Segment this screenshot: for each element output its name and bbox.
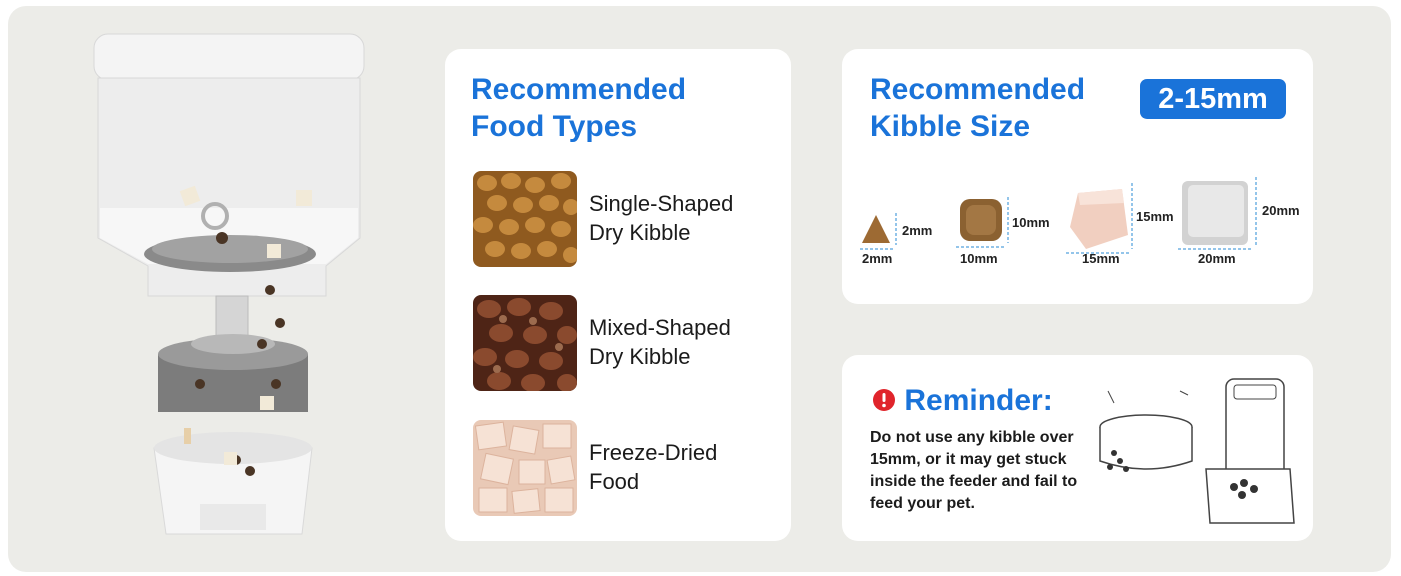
single-shaped-line1: Single-Shaped <box>589 191 734 216</box>
size-2mm-width: 2mm <box>862 251 893 266</box>
food-types-card: Recommended Food Types Single-Shaped Dry… <box>445 49 791 541</box>
food-item-mixed-shaped: Mixed-Shaped Dry Kibble <box>473 295 793 391</box>
kibble-size-title: Recommended Kibble Size <box>870 71 1085 145</box>
size-15mm-height: 15mm <box>1136 209 1174 224</box>
single-shaped-line2: Dry Kibble <box>589 220 691 245</box>
freeze-dried-label: Freeze-Dried Food <box>589 438 717 496</box>
mixed-shaped-kibble-image <box>473 295 577 391</box>
mixed-shaped-label: Mixed-Shaped Dry Kibble <box>589 313 731 371</box>
size-20mm-width: 20mm <box>1198 251 1236 266</box>
kibble-size-title-line2: Kibble Size <box>870 110 1031 143</box>
kibble-size-card: Recommended Kibble Size 2-15mm 2mm 2mm 1… <box>842 49 1313 304</box>
food-item-single-shaped: Single-Shaped Dry Kibble <box>473 171 793 267</box>
size-range-badge: 2-15mm <box>1140 79 1286 119</box>
reminder-card: Reminder: Do not use any kibble over 15m… <box>842 355 1313 541</box>
infographic-frame: Recommended Food Types Single-Shaped Dry… <box>8 6 1391 572</box>
feeder-jam-illustration <box>1099 378 1295 524</box>
exclamation-circle-icon <box>873 389 895 411</box>
feeder-exploded-illustration <box>93 33 365 535</box>
mixed-shaped-line2: Dry Kibble <box>589 344 691 369</box>
kibble-size-samples <box>860 177 1257 254</box>
reminder-body: Do not use any kibble over 15mm, or it m… <box>870 429 1078 512</box>
food-types-title-line1: Recommended <box>471 73 687 106</box>
food-types-title-line2: Food Types <box>471 110 638 143</box>
mixed-shaped-line1: Mixed-Shaped <box>589 315 731 340</box>
single-shaped-label: Single-Shaped Dry Kibble <box>589 189 733 247</box>
size-10mm-height: 10mm <box>1012 215 1050 230</box>
single-shaped-kibble-image <box>473 171 577 267</box>
food-types-title: Recommended Food Types <box>471 71 686 145</box>
size-10mm-width: 10mm <box>960 251 998 266</box>
food-item-freeze-dried: Freeze-Dried Food <box>473 420 793 516</box>
size-2mm-height: 2mm <box>902 223 933 238</box>
freeze-dried-food-image <box>473 420 577 516</box>
reminder-heading: Reminder: <box>872 383 1053 419</box>
size-20mm-height: 20mm <box>1262 203 1300 218</box>
kibble-size-title-line1: Recommended <box>870 73 1086 106</box>
freeze-dried-line1: Freeze-Dried <box>589 440 718 465</box>
size-15mm-width: 15mm <box>1082 251 1120 266</box>
reminder-title: Reminder: <box>904 384 1053 417</box>
freeze-dried-line2: Food <box>589 469 640 494</box>
